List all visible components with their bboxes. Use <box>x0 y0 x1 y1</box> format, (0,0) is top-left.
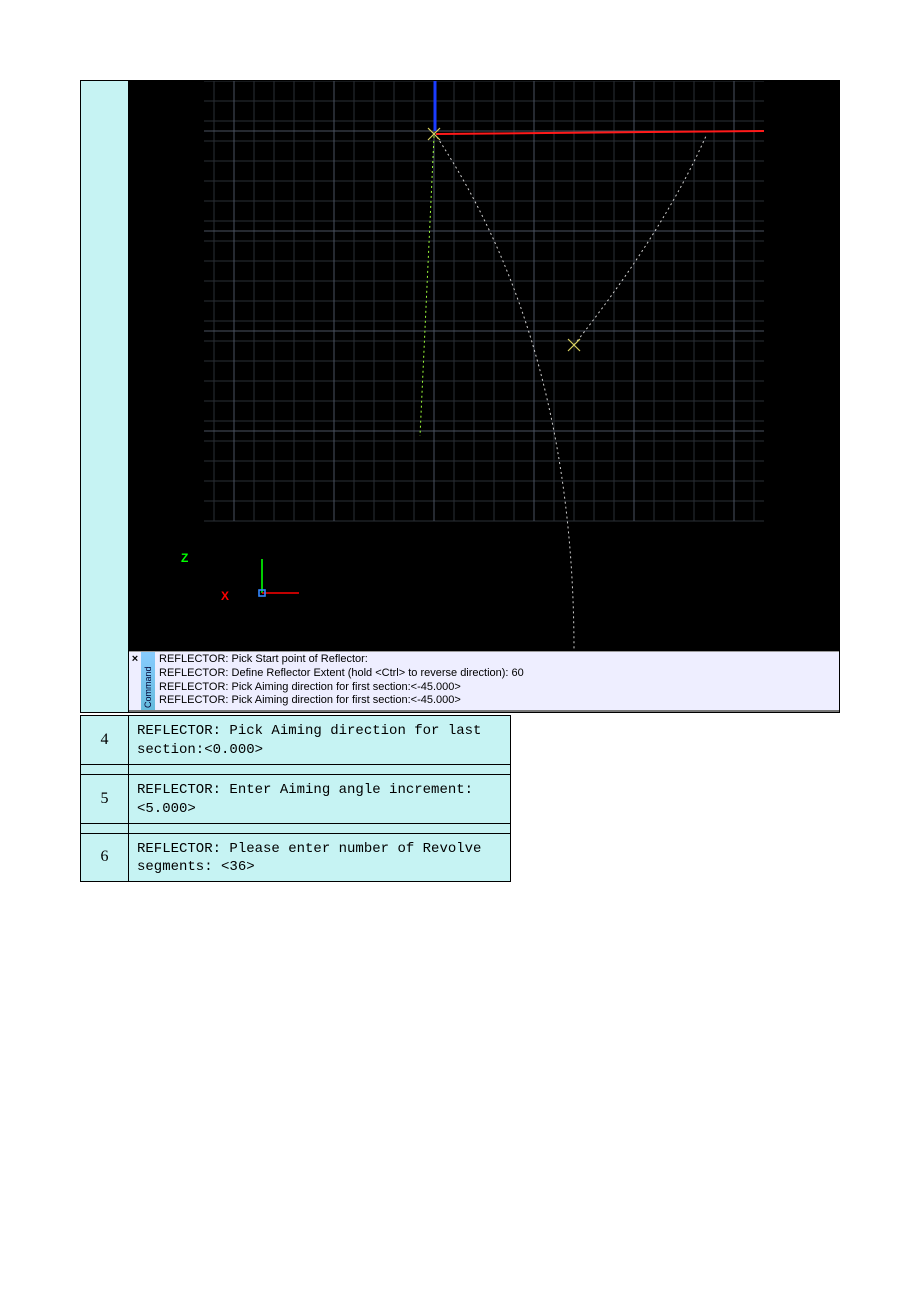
command-panel-label: Command <box>141 652 155 710</box>
left-margin-cell <box>81 81 129 712</box>
step-text: REFLECTOR: Pick Aiming direction for las… <box>129 716 511 765</box>
viewport-drawing <box>129 81 839 651</box>
ucs-icon <box>259 559 299 596</box>
step-number: 5 <box>81 774 129 823</box>
table-row: 4 REFLECTOR: Pick Aiming direction for l… <box>81 716 511 765</box>
step-number: 6 <box>81 833 129 882</box>
axis-z-label: Z <box>181 551 188 565</box>
command-line: REFLECTOR: Define Reflector Extent (hold… <box>159 667 835 681</box>
step-text: REFLECTOR: Enter Aiming angle increment:… <box>129 774 511 823</box>
command-line: REFLECTOR: Pick Aiming direction for fir… <box>159 694 835 708</box>
command-line: REFLECTOR: Pick Start point of Reflector… <box>159 653 835 667</box>
step-number: 4 <box>81 716 129 765</box>
command-line-panel[interactable]: × Command REFLECTOR: Pick Start point of… <box>129 651 839 712</box>
instruction-steps-table: 4 REFLECTOR: Pick Aiming direction for l… <box>80 715 511 882</box>
table-row: 5 REFLECTOR: Enter Aiming angle incremen… <box>81 774 511 823</box>
close-icon[interactable]: × <box>129 652 141 710</box>
command-history: REFLECTOR: Pick Start point of Reflector… <box>155 652 839 710</box>
command-line: REFLECTOR: Pick Aiming direction for fir… <box>159 681 835 695</box>
step-text: REFLECTOR: Please enter number of Revolv… <box>129 833 511 882</box>
cad-viewport[interactable]: Z X <box>129 81 839 651</box>
table-row: 6 REFLECTOR: Please enter number of Revo… <box>81 833 511 882</box>
axis-x-label: X <box>221 589 229 603</box>
